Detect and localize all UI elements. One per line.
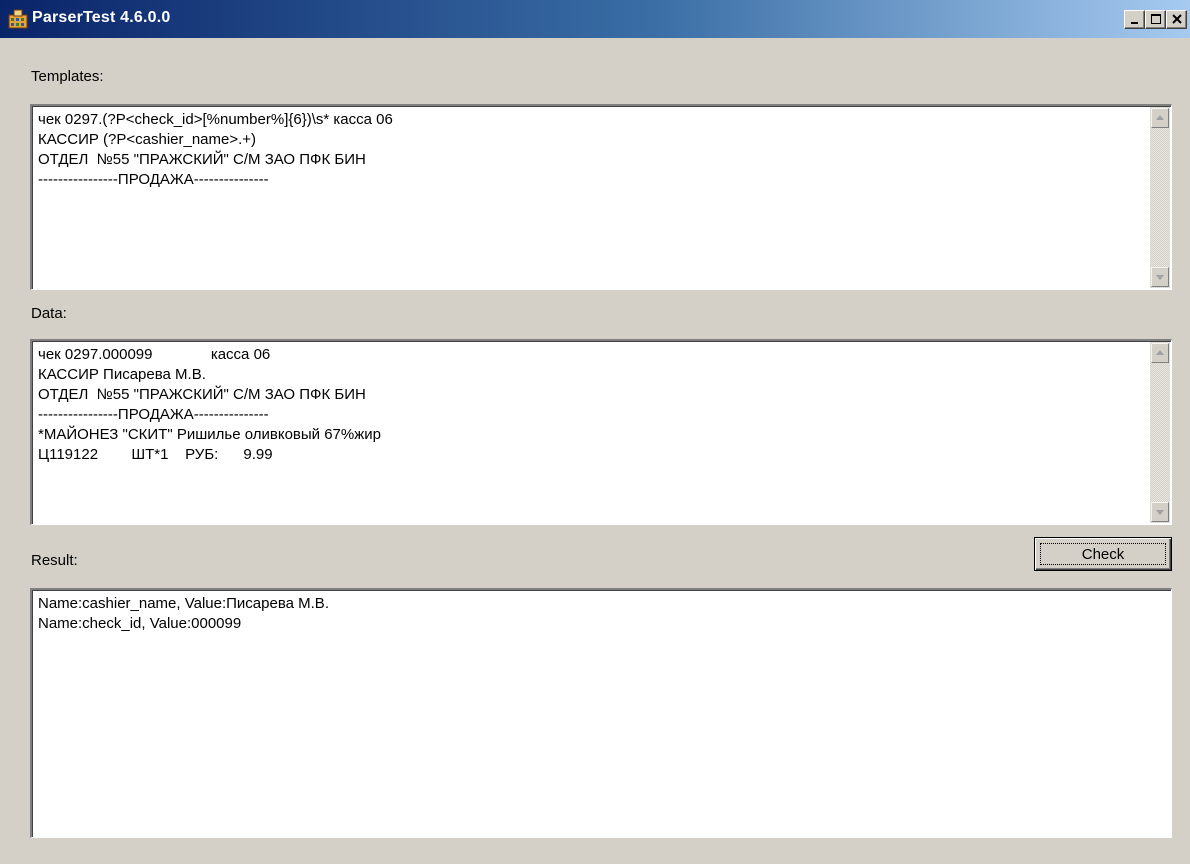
parser-test-window: ParserTest 4.6.0.0 Templates: чек 0297.(…: [0, 0, 1190, 864]
data-label: Data:: [31, 305, 67, 322]
data-scroll-down-button[interactable]: [1151, 502, 1169, 522]
app-icon: [8, 9, 28, 29]
templates-scrollbar[interactable]: [1150, 107, 1170, 288]
check-button[interactable]: Check: [1034, 537, 1172, 571]
templates-label: Templates:: [31, 68, 104, 85]
maximize-button[interactable]: [1145, 10, 1166, 29]
data-scrollbar[interactable]: [1150, 342, 1170, 523]
templates-textbox[interactable]: чек 0297.(?P<check_id>[%number%]{6})\s* …: [30, 104, 1172, 290]
templates-scroll-down-button[interactable]: [1151, 267, 1169, 287]
templates-text[interactable]: чек 0297.(?P<check_id>[%number%]{6})\s* …: [38, 110, 1139, 287]
minimize-button[interactable]: [1124, 10, 1145, 29]
check-button-label: Check: [1040, 543, 1166, 565]
title-bar[interactable]: ParserTest 4.6.0.0: [0, 0, 1190, 38]
templates-scroll-up-button[interactable]: [1151, 108, 1169, 128]
data-text[interactable]: чек 0297.000099 касса 06 КАССИР Писарева…: [38, 345, 1139, 522]
close-button[interactable]: [1166, 10, 1187, 29]
result-textbox[interactable]: Name:cashier_name, Value:Писарева М.В. N…: [30, 588, 1172, 838]
data-textbox[interactable]: чек 0297.000099 касса 06 КАССИР Писарева…: [30, 339, 1172, 525]
window-title: ParserTest 4.6.0.0: [32, 9, 171, 26]
data-scroll-up-button[interactable]: [1151, 343, 1169, 363]
result-text[interactable]: Name:cashier_name, Value:Писарева М.В. N…: [38, 594, 1165, 835]
result-label: Result:: [31, 552, 78, 569]
